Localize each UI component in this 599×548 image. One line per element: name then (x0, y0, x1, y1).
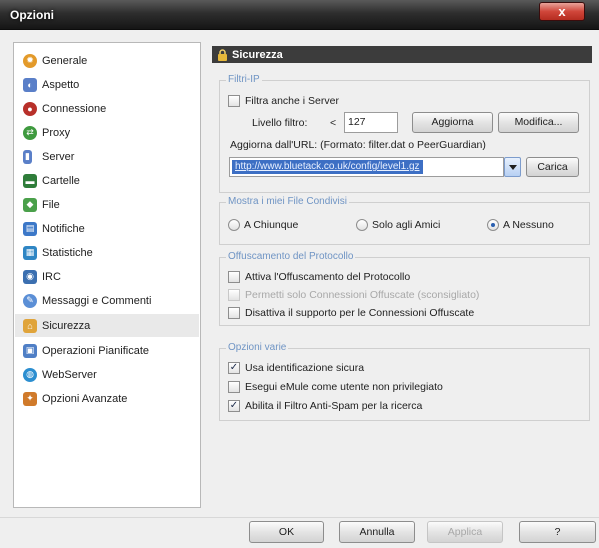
group-title: Mostra i miei File Condivisi (226, 196, 349, 207)
cancel-button[interactable]: Annulla (339, 521, 415, 543)
sidebar-item-label: Messaggi e Commenti (42, 294, 152, 307)
lock-icon: ⌂ (23, 318, 37, 333)
only-obfuscated-checkbox[interactable] (228, 289, 240, 301)
close-button[interactable]: x (539, 2, 585, 21)
url-value: http://www.bluetack.co.uk/config/level1.… (232, 160, 423, 174)
sidebar-item-generale[interactable]: ✹ Generale (15, 49, 199, 72)
palette-icon: ◐ (23, 77, 37, 92)
load-button[interactable]: Carica (526, 157, 579, 177)
sidebar-item-label: Proxy (42, 126, 71, 139)
filter-servers-checkbox[interactable] (228, 95, 240, 107)
irc-icon: ◉ (23, 269, 37, 284)
share-nobody-label: A Nessuno (503, 219, 554, 231)
gear-icon: ✹ (23, 53, 37, 68)
title-bar[interactable]: Opzioni x (0, 0, 599, 30)
sidebar-item-label: Sicurezza (42, 319, 91, 332)
sidebar-item-label: Statistiche (42, 246, 93, 259)
sidebar-item-label: Aspetto (42, 78, 80, 91)
sidebar-item-label: Server (42, 150, 75, 163)
options-sidebar: ✹ Generale ◐ Aspetto ● Connessione ⇄ Pro… (13, 42, 201, 508)
url-input[interactable]: http://www.bluetack.co.uk/config/level1.… (229, 157, 504, 177)
sidebar-item-cartelle[interactable]: ▬ Cartelle (15, 169, 199, 192)
globe-icon: ◍ (23, 367, 37, 382)
sidebar-item-label: Operazioni Pianificate (42, 344, 150, 357)
sidebar-item-label: IRC (42, 270, 61, 283)
secure-identification-label: Usa identificazione sicura (245, 362, 365, 374)
sidebar-item-webserver[interactable]: ◍ WebServer (15, 363, 199, 386)
sidebar-item-connessione[interactable]: ● Connessione (15, 97, 199, 120)
statistics-icon: ▦ (23, 245, 37, 260)
anti-spam-label: Abilita il Filtro Anti-Spam per la ricer… (245, 400, 423, 412)
sidebar-item-server[interactable]: ▮ Server (15, 145, 199, 168)
notification-icon: ▤ (23, 221, 37, 236)
enable-obfuscation-checkbox[interactable] (228, 271, 240, 283)
secure-identification-checkbox[interactable]: ✓ (228, 362, 240, 374)
advanced-icon: ✦ (23, 391, 37, 406)
group-title: Offuscamento del Protocollo (226, 251, 356, 262)
group-title: Opzioni varie (226, 342, 289, 353)
only-obfuscated-label: Permetti solo Connessioni Offuscate (sco… (245, 289, 480, 301)
sidebar-item-label: File (42, 198, 60, 211)
disable-obfuscated-support-checkbox[interactable] (228, 307, 240, 319)
filter-level-operator: < (330, 117, 337, 129)
unprivileged-user-checkbox[interactable] (228, 381, 240, 393)
sidebar-item-irc[interactable]: ◉ IRC (15, 265, 199, 288)
edit-button[interactable]: Modifica... (498, 112, 579, 133)
messages-icon: ✎ (23, 293, 37, 308)
sidebar-item-operazioni-pianificate[interactable]: ▣ Operazioni Pianificate (15, 339, 199, 362)
unprivileged-user-label: Esegui eMule come utente non privilegiat… (245, 381, 443, 393)
group-title: Filtri-IP (226, 74, 262, 85)
panel-header: Sicurezza (212, 46, 592, 63)
sidebar-item-label: WebServer (42, 368, 97, 381)
bomb-icon: ● (23, 101, 37, 116)
filter-level-label: Livello filtro: (252, 117, 308, 129)
sidebar-item-messaggi[interactable]: ✎ Messaggi e Commenti (15, 289, 199, 312)
server-icon: ▮ (23, 149, 32, 164)
share-everyone-label: A Chiunque (244, 219, 299, 231)
share-friends-label: Solo agli Amici (372, 219, 441, 231)
sidebar-item-statistiche[interactable]: ▦ Statistiche (15, 241, 199, 264)
sidebar-item-sicurezza[interactable]: ⌂ Sicurezza (15, 314, 199, 337)
help-button[interactable]: ? (519, 521, 596, 543)
proxy-icon: ⇄ (23, 125, 37, 140)
sidebar-item-proxy[interactable]: ⇄ Proxy (15, 121, 199, 144)
calendar-icon: ▣ (23, 343, 37, 358)
share-nobody-radio[interactable] (487, 219, 499, 231)
update-button[interactable]: Aggiorna (412, 112, 493, 133)
window-title: Opzioni (10, 8, 54, 22)
sidebar-item-label: Generale (42, 54, 88, 67)
sidebar-item-notifiche[interactable]: ▤ Notifiche (15, 217, 199, 240)
options-window: Opzioni x ✹ Generale ◐ Aspetto ● Conness… (0, 0, 599, 548)
apply-button[interactable]: Applica (427, 521, 503, 543)
share-friends-radio[interactable] (356, 219, 368, 231)
disable-obfuscated-support-label: Disattiva il supporto per le Connessioni… (245, 307, 475, 319)
sidebar-item-label: Cartelle (42, 174, 80, 187)
file-icon: ◆ (23, 197, 37, 212)
sidebar-item-opzioni-avanzate[interactable]: ✦ Opzioni Avanzate (15, 387, 199, 410)
sidebar-item-label: Notifiche (42, 222, 85, 235)
footer-divider (0, 517, 599, 518)
sidebar-item-aspetto[interactable]: ◐ Aspetto (15, 73, 199, 96)
sidebar-item-label: Connessione (42, 102, 107, 115)
share-everyone-radio[interactable] (228, 219, 240, 231)
url-dropdown-button[interactable] (504, 157, 521, 177)
update-url-label: Aggiorna dall'URL: (Formato: filter.dat … (230, 139, 486, 151)
sidebar-item-label: Opzioni Avanzate (42, 392, 128, 405)
sidebar-item-file[interactable]: ◆ File (15, 193, 199, 216)
lock-icon (217, 48, 228, 61)
anti-spam-checkbox[interactable]: ✓ (228, 400, 240, 412)
filter-servers-label: Filtra anche i Server (245, 95, 339, 107)
ok-button[interactable]: OK (249, 521, 324, 543)
folder-icon: ▬ (23, 173, 37, 188)
enable-obfuscation-label: Attiva l'Offuscamento del Protocollo (245, 271, 411, 283)
filter-level-input[interactable]: 127 (344, 112, 398, 133)
panel-title: Sicurezza (232, 48, 283, 61)
